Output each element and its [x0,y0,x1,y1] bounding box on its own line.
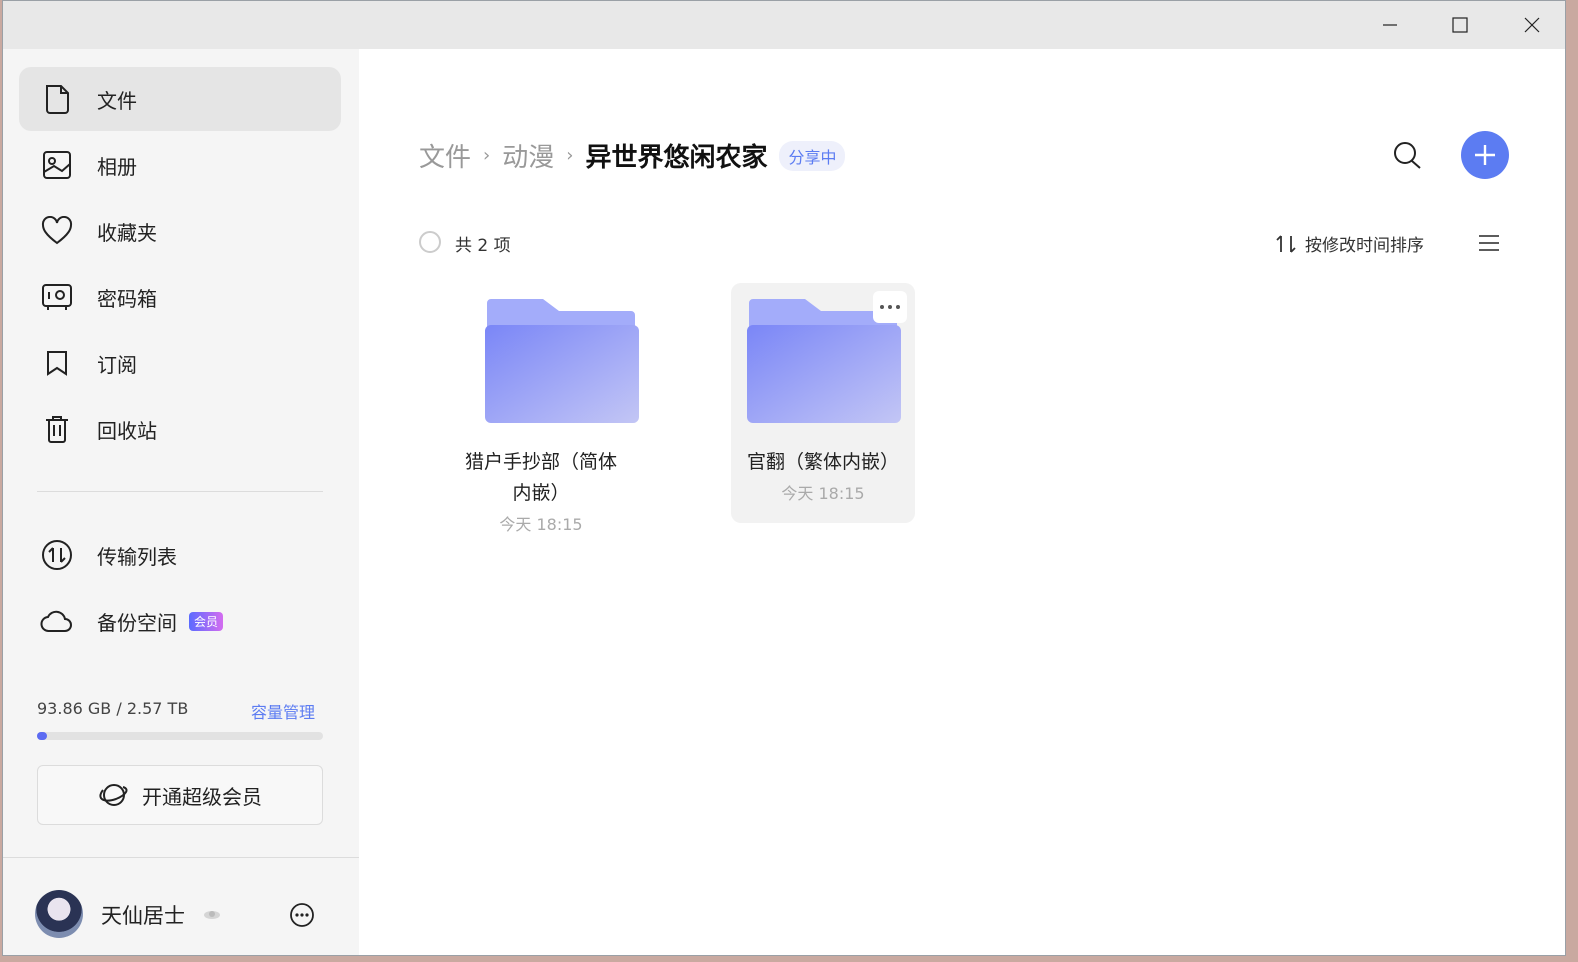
sidebar-item-label: 文件 [97,88,137,113]
sidebar-item-backup[interactable]: 备份空间 会员 [19,589,341,653]
add-button[interactable] [1461,131,1509,179]
avatar[interactable] [35,890,83,938]
heart-icon [37,211,77,251]
storage-progress-fill [37,732,48,740]
ellipsis-icon [880,305,900,309]
cloud-icon [37,601,77,641]
sidebar-item-favorites[interactable]: 收藏夹 [19,199,341,263]
breadcrumb-separator-icon: › [483,145,491,166]
breadcrumb-separator-icon: › [566,145,574,166]
sidebar-item-photos[interactable]: 相册 [19,133,341,197]
sort-icon [1276,234,1296,253]
sidebar-item-transfers[interactable]: 传输列表 [19,523,341,587]
vip-button-label: 开通超级会员 [142,784,262,809]
search-icon[interactable] [1393,141,1423,171]
storage-progress [37,732,323,740]
file-name-line: 内嵌） [512,482,570,504]
breadcrumb-current: 异世界悠闲农家 [585,143,768,173]
sidebar-item-label: 回收站 [97,418,157,443]
planet-icon [99,784,128,806]
title-bar [3,1,1565,49]
bookmark-icon [37,343,77,383]
file-name: 猎户手抄部（简体 内嵌） 今天 18:15 [449,447,633,541]
file-name: 官翻（繁体内嵌） 今天 18:15 [731,447,915,510]
maximize-button[interactable] [1425,1,1495,49]
sidebar-item-label: 收藏夹 [97,220,157,245]
item-count: 共 2 项 [455,236,511,256]
sharing-badge[interactable]: 分享中 [779,140,846,171]
sidebar-item-files[interactable]: 文件 [19,67,341,131]
open-super-vip-button[interactable]: 开通超级会员 [37,765,323,825]
more-options-icon[interactable] [289,902,315,928]
file-name-line: 官翻（繁体内嵌） [746,451,899,473]
transfer-icon [37,535,77,575]
file-tile[interactable]: 官翻（繁体内嵌） 今天 18:15 [731,283,915,523]
capacity-management-link[interactable]: 容量管理 [251,699,315,723]
minimize-icon [1383,24,1397,26]
folder-icon [485,299,639,423]
sidebar-item-subscriptions[interactable]: 订阅 [19,331,341,395]
list-view-icon[interactable] [1477,233,1501,253]
sort-label: 按修改时间排序 [1305,236,1424,256]
sidebar: 文件 相册 收藏夹 密码箱 订阅 回收站 传输列表 备份空间 会员 93.86 … [3,49,359,955]
plus-icon [1475,145,1495,165]
photo-album-icon [37,145,77,185]
level-badge-icon [204,911,220,919]
sidebar-item-label: 密码箱 [97,286,157,311]
user-name: 天仙居士 [101,904,185,928]
file-time: 今天 18:15 [781,484,865,503]
user-profile: 天仙居士 [3,857,359,955]
member-badge: 会员 [189,611,224,631]
sidebar-item-safe[interactable]: 密码箱 [19,265,341,329]
file-name-line: 猎户手抄部（简体 [464,451,617,473]
app-window: 文件 相册 收藏夹 密码箱 订阅 回收站 传输列表 备份空间 会员 93.86 … [2,0,1566,956]
file-icon [37,79,77,119]
sidebar-item-label: 相册 [97,154,137,179]
file-more-button[interactable] [873,291,907,323]
sidebar-item-recycle-bin[interactable]: 回收站 [19,397,341,461]
sidebar-divider [37,491,323,492]
close-button[interactable] [1497,1,1565,49]
main-content: 文件 › 动漫 › 异世界悠闲农家 分享中 共 2 项 按修改时间排序 猎户手抄… [359,49,1565,955]
select-all-checkbox[interactable] [419,231,441,253]
close-icon [1524,17,1540,33]
storage-usage: 93.86 GB / 2.57 TB [37,699,189,718]
maximize-icon [1452,17,1468,33]
breadcrumb-root[interactable]: 文件 [419,137,471,174]
minimize-button[interactable] [1355,1,1425,49]
sidebar-item-label: 备份空间 [97,610,177,635]
sidebar-item-label: 传输列表 [97,544,177,569]
safe-icon [37,277,77,317]
sidebar-item-label: 订阅 [97,352,137,377]
breadcrumb-parent[interactable]: 动漫 [502,137,554,174]
file-tile[interactable]: 猎户手抄部（简体 内嵌） 今天 18:15 [449,283,639,534]
breadcrumb: 文件 › 动漫 › 异世界悠闲农家 分享中 [419,137,846,174]
sort-button[interactable]: 按修改时间排序 [1275,231,1424,256]
trash-icon [37,409,77,449]
file-time: 今天 18:15 [499,515,583,534]
